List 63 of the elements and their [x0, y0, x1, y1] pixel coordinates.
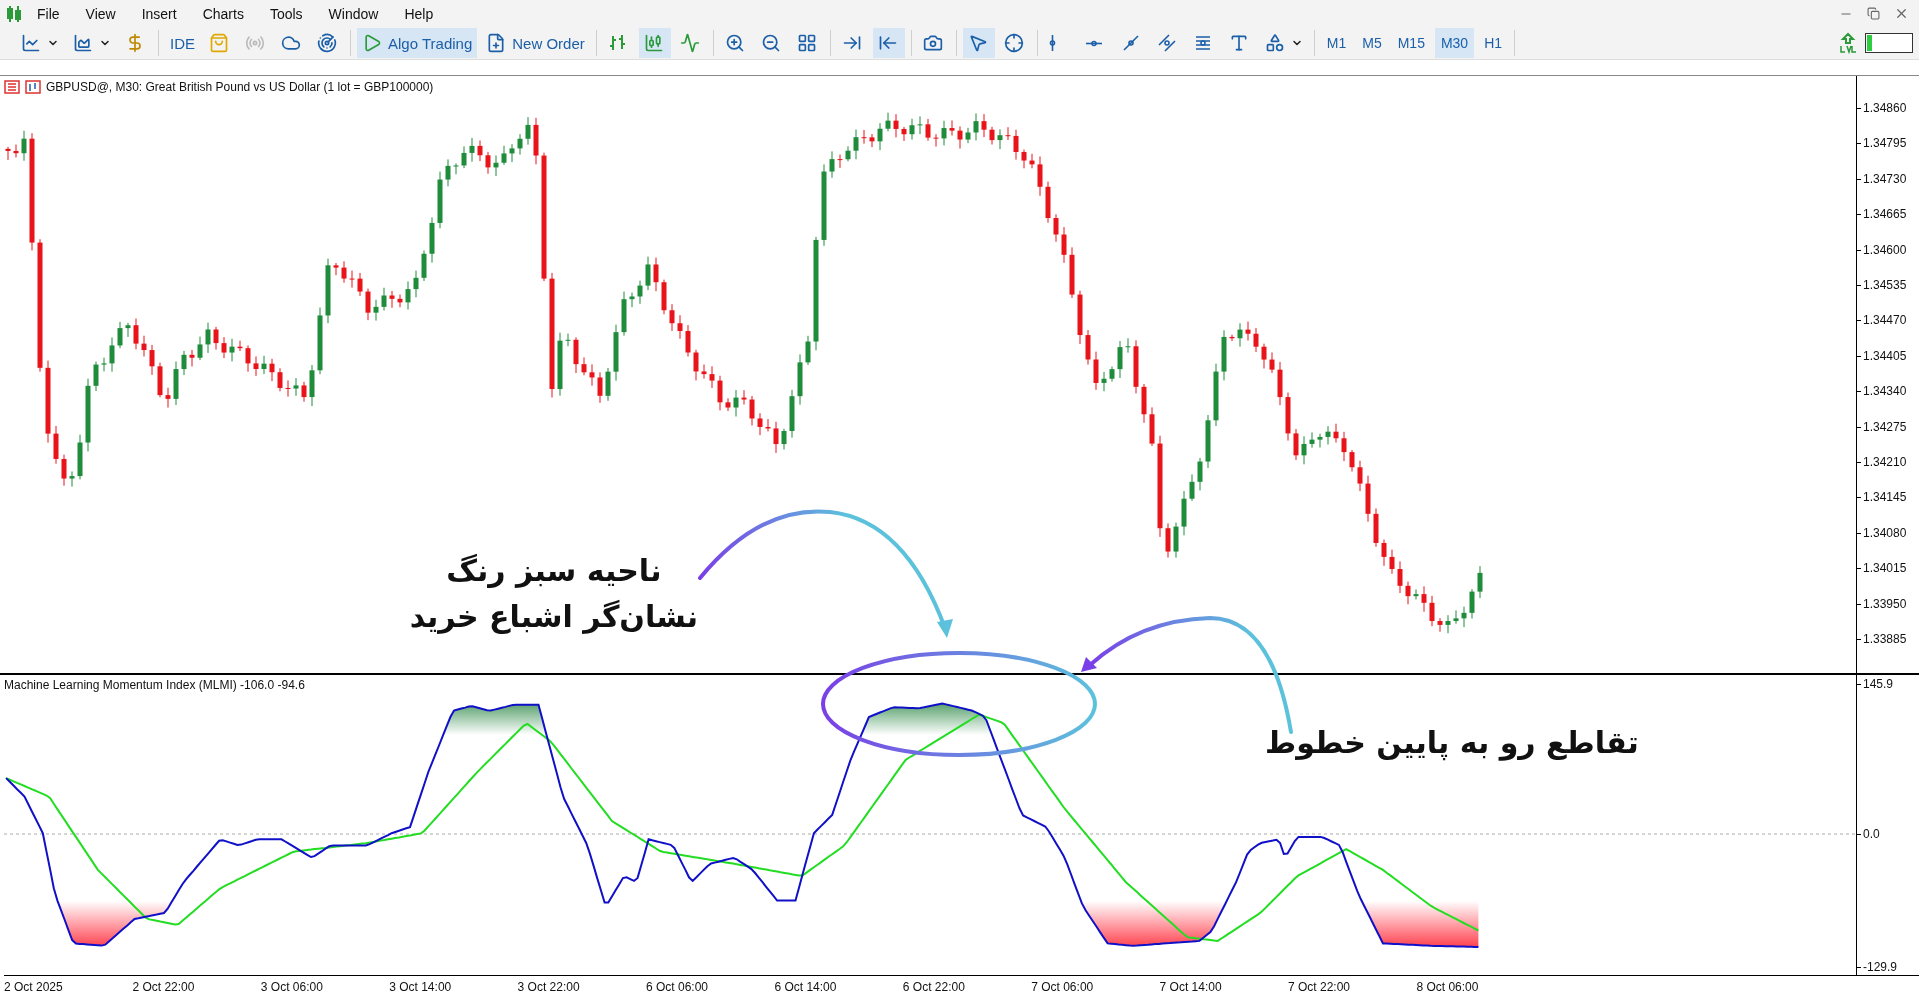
timeframe-tab[interactable]: M1	[1320, 28, 1353, 58]
arrow-left-button[interactable]	[872, 28, 905, 58]
price-label: 1.34145	[1863, 490, 1907, 505]
time-label: 7 Oct 06:00	[1031, 980, 1094, 994]
play-button[interactable]: Algo Trading	[357, 28, 478, 58]
shapes-icon	[1264, 33, 1285, 53]
area-chart-icon	[73, 33, 93, 53]
chart-window-icon	[25, 80, 41, 94]
time-label: 2 Oct 22:00	[132, 980, 195, 994]
timeframe-tab[interactable]: M5	[1356, 28, 1388, 58]
restore-icon[interactable]	[1867, 7, 1880, 20]
price-label: 1.33950	[1863, 596, 1907, 611]
timeframe-tab[interactable]: M30	[1434, 28, 1475, 58]
callout-text: ناحیه سبز رنگ نشان‌گر اشباع خرید	[409, 552, 698, 636]
price-label: 1.33885	[1863, 632, 1907, 646]
menu-item[interactable]: Insert	[130, 2, 188, 25]
time-label: 3 Oct 06:00	[260, 980, 323, 994]
time-label: 8 Oct 06:00	[1416, 980, 1479, 994]
close-icon[interactable]	[1894, 6, 1909, 21]
timeframe-tab[interactable]: M15	[1391, 28, 1431, 58]
price-label: 1.34600	[1863, 242, 1907, 257]
callout-text: تقاطع رو به پایین خطوط	[1265, 724, 1639, 763]
indicator-title: Machine Learning Momentum Index (MLMI) -106.0 -94.6	[4, 678, 305, 692]
menu-item[interactable]: Window	[317, 2, 390, 25]
indicator-axis-label: 145.9	[1863, 677, 1894, 691]
price-label: 1.34210	[1863, 455, 1907, 469]
price-label: 1.34665	[1863, 207, 1907, 222]
time-label: 3 Oct 22:00	[517, 980, 580, 994]
menu-item[interactable]: Help	[393, 2, 445, 25]
menu-item[interactable]: Charts	[191, 2, 255, 25]
timeframe-tab[interactable]: H1	[1478, 28, 1509, 58]
menu-item[interactable]: View	[74, 2, 127, 25]
price-label: 1.34470	[1863, 313, 1907, 328]
list-icon	[4, 80, 20, 94]
menu-item[interactable]: File	[26, 2, 71, 25]
chart-title: GBPUSD@, M30: Great British Pound vs US Dollar (1 lot = GBP100000)	[46, 80, 434, 94]
price-label: 1.34405	[1863, 348, 1907, 363]
lvl-icon	[1839, 32, 1857, 54]
candlestick-button[interactable]	[638, 28, 671, 58]
time-label: 7 Oct 22:00	[1288, 980, 1351, 994]
tool-button[interactable]: IDE	[165, 28, 200, 58]
time-label: 2 Oct 2025	[4, 980, 63, 994]
time-label: 6 Oct 06:00	[646, 980, 709, 994]
time-label: 3 Oct 14:00	[389, 980, 452, 994]
price-label: 1.34080	[1863, 525, 1907, 540]
time-label: 7 Oct 14:00	[1159, 980, 1222, 994]
time-label: 6 Oct 14:00	[774, 980, 837, 994]
price-label: 1.34860	[1863, 101, 1907, 115]
cursor-button[interactable]	[962, 28, 995, 58]
connection-meter	[1865, 33, 1913, 53]
price-label: 1.34340	[1863, 384, 1907, 399]
file-plus-button[interactable]: New Order	[481, 28, 590, 58]
indicator-axis-label: 0.0	[1863, 827, 1880, 841]
menu-item[interactable]: Tools	[258, 2, 314, 25]
price-label: 1.34015	[1863, 561, 1907, 576]
price-label: 1.34535	[1863, 278, 1907, 292]
line-chart-icon	[21, 33, 41, 53]
price-label: 1.34730	[1863, 171, 1907, 186]
time-label: 6 Oct 22:00	[902, 980, 965, 994]
indicator-axis-label: -129.9	[1863, 960, 1898, 974]
price-label: 1.34275	[1863, 419, 1907, 434]
app-icon	[6, 4, 22, 23]
price-label: 1.34795	[1863, 136, 1907, 151]
